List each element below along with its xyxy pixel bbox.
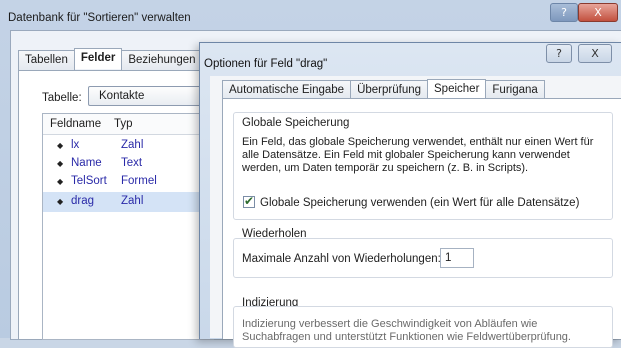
field-name: Name [71, 157, 102, 169]
field-list: Feldname Typ ◆ lx Zahl ◆ Name Text ◆ Tel… [42, 113, 214, 340]
tab-auto-enter[interactable]: Automatische Eingabe [222, 80, 352, 100]
field-type: Text [121, 157, 143, 169]
global-storage-checkbox[interactable]: ✔ [243, 194, 255, 208]
field-bullet-icon: ◆ [57, 197, 64, 206]
table-row[interactable]: ◆ Name Text [43, 154, 213, 174]
global-storage-description: Ein Feld, das globale Speicherung verwen… [242, 136, 594, 174]
table-row[interactable]: ◆ TelSort Formel [43, 172, 213, 192]
table-label: Tabelle: [42, 92, 82, 104]
tab-furigana[interactable]: Furigana [485, 80, 545, 100]
table-row[interactable]: ◆ lx Zahl [43, 136, 213, 156]
global-storage-checkbox-label[interactable]: Globale Speicherung verwenden (ein Wert … [260, 197, 579, 210]
field-type: Zahl [121, 139, 144, 151]
tab-validation[interactable]: Überprüfung [350, 80, 429, 100]
field-bullet-icon: ◆ [57, 159, 64, 168]
dialog-close-button[interactable]: X [578, 44, 612, 63]
column-header-fieldname[interactable]: Feldname [50, 118, 101, 130]
field-name: lx [71, 139, 80, 151]
column-header-type[interactable]: Typ [114, 118, 133, 130]
tab-relationships[interactable]: Beziehungen [121, 50, 203, 71]
manage-database-tabs: Tabellen Felder Beziehungen [18, 48, 203, 71]
close-button[interactable]: X [578, 3, 618, 22]
field-list-header: Feldname Typ [43, 114, 213, 135]
checkmark-icon: ✔ [244, 194, 255, 208]
field-bullet-icon: ◆ [57, 141, 64, 150]
global-storage-title: Globale Speicherung [242, 117, 350, 129]
field-type: Zahl [121, 195, 144, 207]
table-select[interactable]: Kontakte [88, 86, 208, 106]
field-name: drag [71, 195, 95, 207]
tab-tables[interactable]: Tabellen [18, 50, 75, 71]
field-options-tabs: Automatische Eingabe Überprüfung Speiche… [222, 79, 545, 100]
max-repetitions-label: Maximale Anzahl von Wiederholungen: [242, 253, 441, 265]
field-type: Formel [121, 175, 157, 187]
table-row[interactable]: ◆ drag Zahl [43, 192, 213, 212]
field-bullet-icon: ◆ [57, 177, 64, 186]
max-repetitions-input[interactable]: 1 [440, 248, 474, 268]
tab-storage[interactable]: Speicher [427, 79, 487, 99]
indexing-description: Indizierung verbessert die Geschwindigke… [242, 318, 571, 343]
dialog-help-button[interactable]: ? [546, 44, 572, 63]
window-title: Datenbank für "Sortieren" verwalten [8, 12, 191, 24]
tab-fields[interactable]: Felder [73, 48, 123, 69]
dialog-title: Optionen für Feld "drag" [204, 58, 328, 70]
help-button[interactable]: ? [550, 3, 578, 22]
field-name: TelSort [71, 175, 107, 187]
